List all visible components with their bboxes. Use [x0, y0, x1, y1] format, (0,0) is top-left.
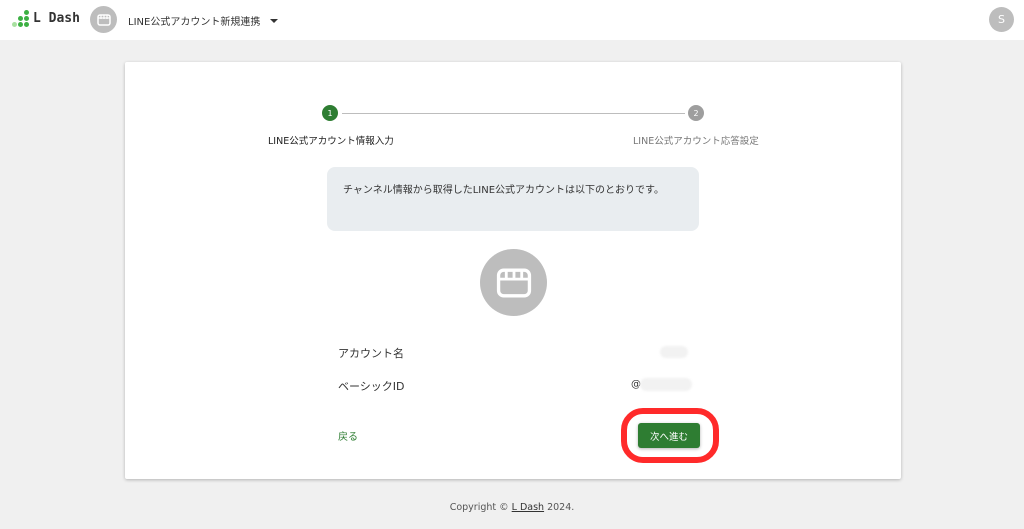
account-name-label: アカウント名 — [338, 347, 404, 360]
next-button[interactable]: 次へ進む — [638, 423, 700, 448]
logo-dots-icon — [12, 10, 29, 27]
back-link[interactable]: 戻る — [338, 428, 358, 443]
footer-link[interactable]: L Dash — [512, 502, 544, 513]
basic-id-value — [640, 378, 692, 391]
step-1-label: LINE公式アカウント情報入力 — [268, 136, 394, 147]
account-name: LINE公式アカウント新規連携 — [128, 17, 261, 28]
store-icon — [96, 13, 111, 26]
user-avatar[interactable]: S — [989, 7, 1014, 32]
step-1-indicator: 1 — [322, 105, 338, 121]
stepper-connector — [342, 113, 685, 114]
basic-id-label: ベーシックID — [338, 380, 405, 393]
account-selector[interactable]: LINE公式アカウント新規連携 — [128, 13, 279, 28]
store-icon — [496, 267, 531, 298]
caret-down-icon — [270, 18, 279, 23]
account-avatar — [480, 249, 547, 316]
step-2-indicator: 2 — [688, 105, 704, 121]
main-card: 1 2 LINE公式アカウント情報入力 LINE公式アカウント応答設定 チャンネ… — [125, 62, 901, 479]
logo[interactable]: L Dash — [12, 10, 80, 27]
footer: Copyright © L Dash 2024. — [0, 502, 1024, 513]
copyright-text: Copyright © — [449, 502, 512, 513]
account-name-value — [660, 346, 688, 358]
info-message: チャンネル情報から取得したLINE公式アカウントは以下のとおりです。 — [327, 167, 699, 231]
copyright-year: 2024. — [544, 502, 575, 513]
store-avatar[interactable] — [90, 6, 117, 33]
step-2-label: LINE公式アカウント応答設定 — [633, 136, 759, 147]
app-header: L Dash LINE公式アカウント新規連携 S — [0, 0, 1024, 40]
logo-text: L Dash — [33, 11, 80, 26]
